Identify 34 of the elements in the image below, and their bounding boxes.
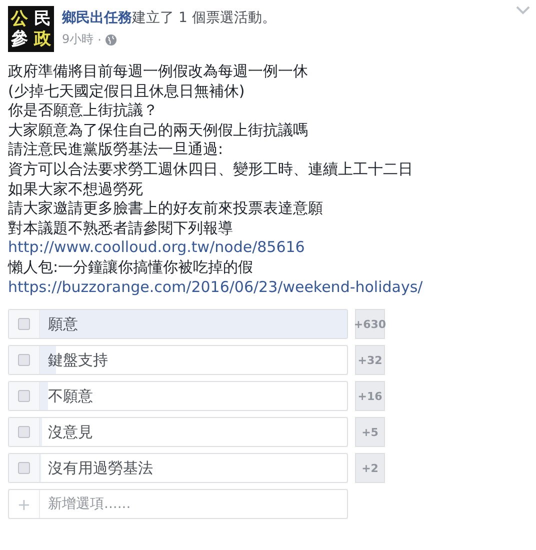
- poll-option[interactable]: 沒有用過勞基法: [8, 453, 348, 484]
- post-text-line: 資方可以合法要求勞工週休四日、變形工時、連續上工十二日: [8, 160, 413, 180]
- post-text-line: 如果大家不想過勞死: [8, 180, 143, 200]
- new-option-input[interactable]: 新增選項......: [40, 490, 347, 518]
- option-label: 鍵盤支持: [47, 350, 109, 372]
- post-text-line: (少掉七天國定假日且休息日無補休): [8, 82, 245, 102]
- globe-icon: [105, 34, 118, 46]
- poll-option[interactable]: 沒意見: [8, 417, 348, 448]
- chevron-down-icon[interactable]: [516, 6, 530, 15]
- checkbox[interactable]: [18, 462, 30, 474]
- post-link[interactable]: http://www.coolloud.org.tw/node/85616: [8, 238, 305, 258]
- post-text-line: 你是否願意上街抗議？: [8, 101, 158, 121]
- separator-dot: ·: [98, 32, 102, 46]
- post-text-line: 對本議題不熟悉者請參閱下列報導: [8, 218, 233, 238]
- poll-option[interactable]: 願意: [8, 309, 348, 340]
- post-text-line: 請大家邀請更多臉書上的好友前來投票表達意願: [8, 199, 323, 219]
- option-label: 沒有用過勞基法: [47, 458, 154, 480]
- poll-option[interactable]: 鍵盤支持: [8, 345, 348, 376]
- post-text-line: 請注意民進黨版勞基法一旦通過:: [8, 140, 224, 160]
- option-label: 不願意: [47, 386, 94, 408]
- post-text-line: 懶人包:一分鐘讓你搞懂你被吃掉的假: [8, 258, 254, 278]
- option-label: 願意: [47, 314, 79, 336]
- page-name-link[interactable]: 鄉民出任務: [62, 9, 132, 27]
- checkbox[interactable]: [18, 354, 30, 366]
- checkbox[interactable]: [18, 390, 30, 402]
- option-label: 沒意見: [47, 422, 94, 444]
- post-text-line: 政府準備將目前每週一例假改為每週一例一休: [8, 62, 308, 82]
- page-logo[interactable]: 公 民 參 政: [8, 6, 54, 52]
- poll-option[interactable]: 不願意: [8, 381, 348, 412]
- post-action-text: 建立了 1 個票選活動。: [132, 9, 276, 27]
- post-link[interactable]: https://buzzorange.com/2016/06/23/weekend-holidays/: [8, 278, 423, 298]
- checkbox[interactable]: [18, 426, 30, 438]
- post-text-line: 大家願意為了保住自己的兩天例假上街抗議嗎: [8, 120, 308, 140]
- checkbox[interactable]: [18, 318, 30, 330]
